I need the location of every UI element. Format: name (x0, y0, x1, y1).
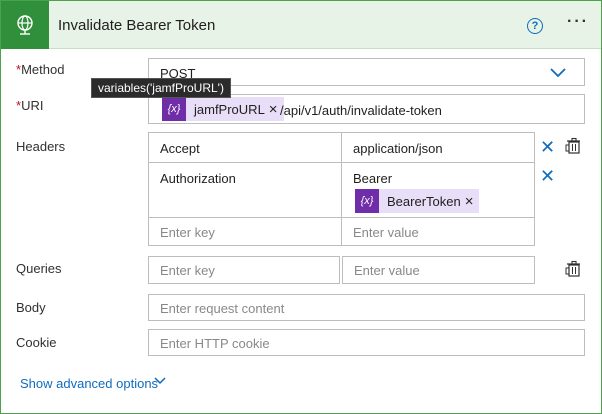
chip-label: BearerToken (387, 193, 461, 209)
cookie-label: Cookie (16, 335, 57, 350)
method-label-text: Method (21, 62, 65, 77)
key-placeholder: Enter key (160, 263, 215, 278)
header-key-cell[interactable]: Accept (148, 132, 342, 163)
globe-icon (1, 1, 49, 49)
query-value-input[interactable]: Enter value (342, 256, 535, 284)
chevron-down-icon[interactable] (154, 377, 166, 385)
close-icon[interactable]: ✕ (540, 167, 555, 185)
header-value-cell[interactable]: Bearer {x} BearerToken × (341, 162, 535, 218)
uri-input[interactable]: {x} jamfProURL × /api/v1/auth/invalidate… (148, 94, 585, 124)
uri-suffix: /api/v1/auth/invalidate-token (280, 103, 442, 118)
key-placeholder: Enter key (160, 225, 215, 240)
trash-icon[interactable] (565, 137, 581, 155)
bearer-token-chip[interactable]: {x} BearerToken × (355, 189, 480, 213)
value-placeholder: Enter value (353, 225, 419, 240)
headers-label: Headers (16, 139, 66, 154)
method-label: *Method (16, 62, 64, 77)
header-key: Accept (160, 141, 200, 156)
cookie-placeholder: Enter HTTP cookie (160, 336, 270, 351)
body-label: Body (16, 300, 46, 315)
header-value: application/json (353, 141, 443, 156)
header-key: Authorization (160, 171, 236, 186)
chevron-down-icon (550, 68, 566, 78)
body-input[interactable]: Enter request content (148, 294, 585, 321)
variable-tooltip: variables('jamfProURL') (91, 78, 231, 98)
action-header[interactable]: Invalidate Bearer Token ? ··· (1, 1, 601, 49)
action-title[interactable]: Invalidate Bearer Token (58, 17, 215, 34)
body-placeholder: Enter request content (160, 301, 285, 316)
action-card: Invalidate Bearer Token ? ··· *Method PO… (0, 0, 602, 414)
close-icon[interactable]: × (465, 193, 480, 210)
help-circle-icon[interactable]: ? (527, 18, 543, 34)
header-value: Bearer (353, 171, 393, 186)
close-icon[interactable]: ✕ (540, 138, 555, 156)
variable-icon: {x} (355, 189, 379, 213)
queries-label: Queries (16, 261, 62, 276)
header-key-input[interactable]: Enter key (148, 217, 342, 246)
show-advanced-options-link[interactable]: Show advanced options (20, 376, 158, 391)
variable-icon: {x} (162, 97, 186, 121)
uri-label-text: URI (21, 98, 44, 113)
chip-label: jamfProURL (194, 101, 265, 117)
uri-label: *URI (16, 98, 43, 113)
header-key-cell[interactable]: Authorization (148, 162, 342, 218)
cookie-input[interactable]: Enter HTTP cookie (148, 329, 585, 356)
value-placeholder: Enter value (354, 263, 420, 278)
header-value-cell[interactable]: application/json (341, 132, 535, 163)
trash-icon[interactable] (565, 260, 581, 278)
uri-variable-chip[interactable]: {x} jamfProURL × (162, 97, 284, 121)
query-key-input[interactable]: Enter key (148, 256, 340, 284)
header-value-input[interactable]: Enter value (341, 217, 535, 246)
more-options-icon[interactable]: ··· (567, 13, 589, 31)
